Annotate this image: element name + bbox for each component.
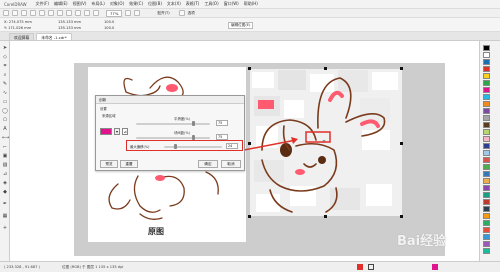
palette-swatch[interactable]	[483, 192, 490, 198]
status-bar: ( 233.328 , 91.687 ) 位图 (RGB) 于 图层 1 135…	[0, 261, 500, 272]
color-palette	[479, 41, 500, 261]
pink-tile-patch	[258, 100, 274, 109]
cursor-coordinates: ( 233.328 , 91.687 )	[4, 265, 40, 269]
palette-swatch[interactable]	[483, 157, 490, 163]
palette-swatch[interactable]	[483, 199, 490, 205]
palette-swatch[interactable]	[483, 227, 490, 233]
palette-swatch[interactable]	[483, 129, 490, 135]
palette-swatch[interactable]	[483, 94, 490, 100]
object-info: 位图 (RGB) 于 图层 1 135 x 135 dpi	[62, 265, 124, 269]
palette-swatch[interactable]	[483, 66, 490, 72]
spacing-label: 块间距(%)	[174, 131, 191, 135]
palette-swatch[interactable]	[483, 80, 490, 86]
dialog-title: 创新	[96, 96, 244, 104]
cancel-button[interactable]: 取消	[221, 160, 241, 168]
palette-swatch[interactable]	[483, 206, 490, 212]
palette-swatch[interactable]	[483, 45, 490, 51]
palette-swatch[interactable]	[483, 122, 490, 128]
palette-swatch[interactable]	[483, 115, 490, 121]
preview-button[interactable]: 预览	[100, 160, 118, 168]
outline-indicator-icon[interactable]	[368, 264, 374, 270]
spacing-slider[interactable]	[136, 137, 210, 139]
palette-swatch[interactable]	[483, 143, 490, 149]
palette-swatch[interactable]	[483, 220, 490, 226]
palette-swatch[interactable]	[483, 59, 490, 65]
palette-swatch[interactable]	[483, 87, 490, 93]
palette-swatch[interactable]	[483, 108, 490, 114]
highlight-box-max-offset	[126, 140, 243, 151]
source-area-label: 来源区域	[102, 114, 116, 118]
palette-swatch[interactable]	[483, 150, 490, 156]
palette-swatch[interactable]	[483, 73, 490, 79]
palette-swatch[interactable]	[483, 185, 490, 191]
smoothness-label: 平滑度(%)	[174, 117, 191, 121]
reset-button[interactable]: 重置	[120, 160, 138, 168]
palette-swatch[interactable]	[483, 101, 490, 107]
palette-swatch[interactable]	[483, 248, 490, 254]
mosaic-effect-dialog: 创新 设置 来源区域 ▾ ⊿ 平滑度(%) 75 块间距(%) 75 最大偏移(…	[95, 95, 245, 171]
color-dropdown-icon[interactable]: ▾	[114, 128, 120, 135]
palette-swatch[interactable]	[483, 164, 490, 170]
palette-swatch[interactable]	[483, 136, 490, 142]
smoothness-input[interactable]: 75	[216, 120, 228, 126]
palette-swatch[interactable]	[483, 213, 490, 219]
smoothness-slider-handle[interactable]	[192, 121, 195, 126]
palette-swatch[interactable]	[483, 234, 490, 240]
palette-swatch[interactable]	[483, 178, 490, 184]
baidu-watermark: Bai经验	[397, 234, 447, 249]
smoothness-slider[interactable]	[136, 123, 210, 125]
original-image-caption: 原图	[148, 227, 164, 236]
palette-swatch[interactable]	[483, 171, 490, 177]
source-color-swatch[interactable]	[100, 128, 112, 135]
eyedropper-icon[interactable]: ⊿	[122, 128, 128, 135]
fill-indicator-icon[interactable]	[357, 264, 363, 270]
palette-swatch[interactable]	[483, 241, 490, 247]
settings-section-label: 设置	[100, 107, 107, 111]
palette-swatch[interactable]	[483, 52, 490, 58]
ok-button[interactable]: 确定	[198, 160, 218, 168]
current-color-icon[interactable]	[432, 264, 438, 270]
